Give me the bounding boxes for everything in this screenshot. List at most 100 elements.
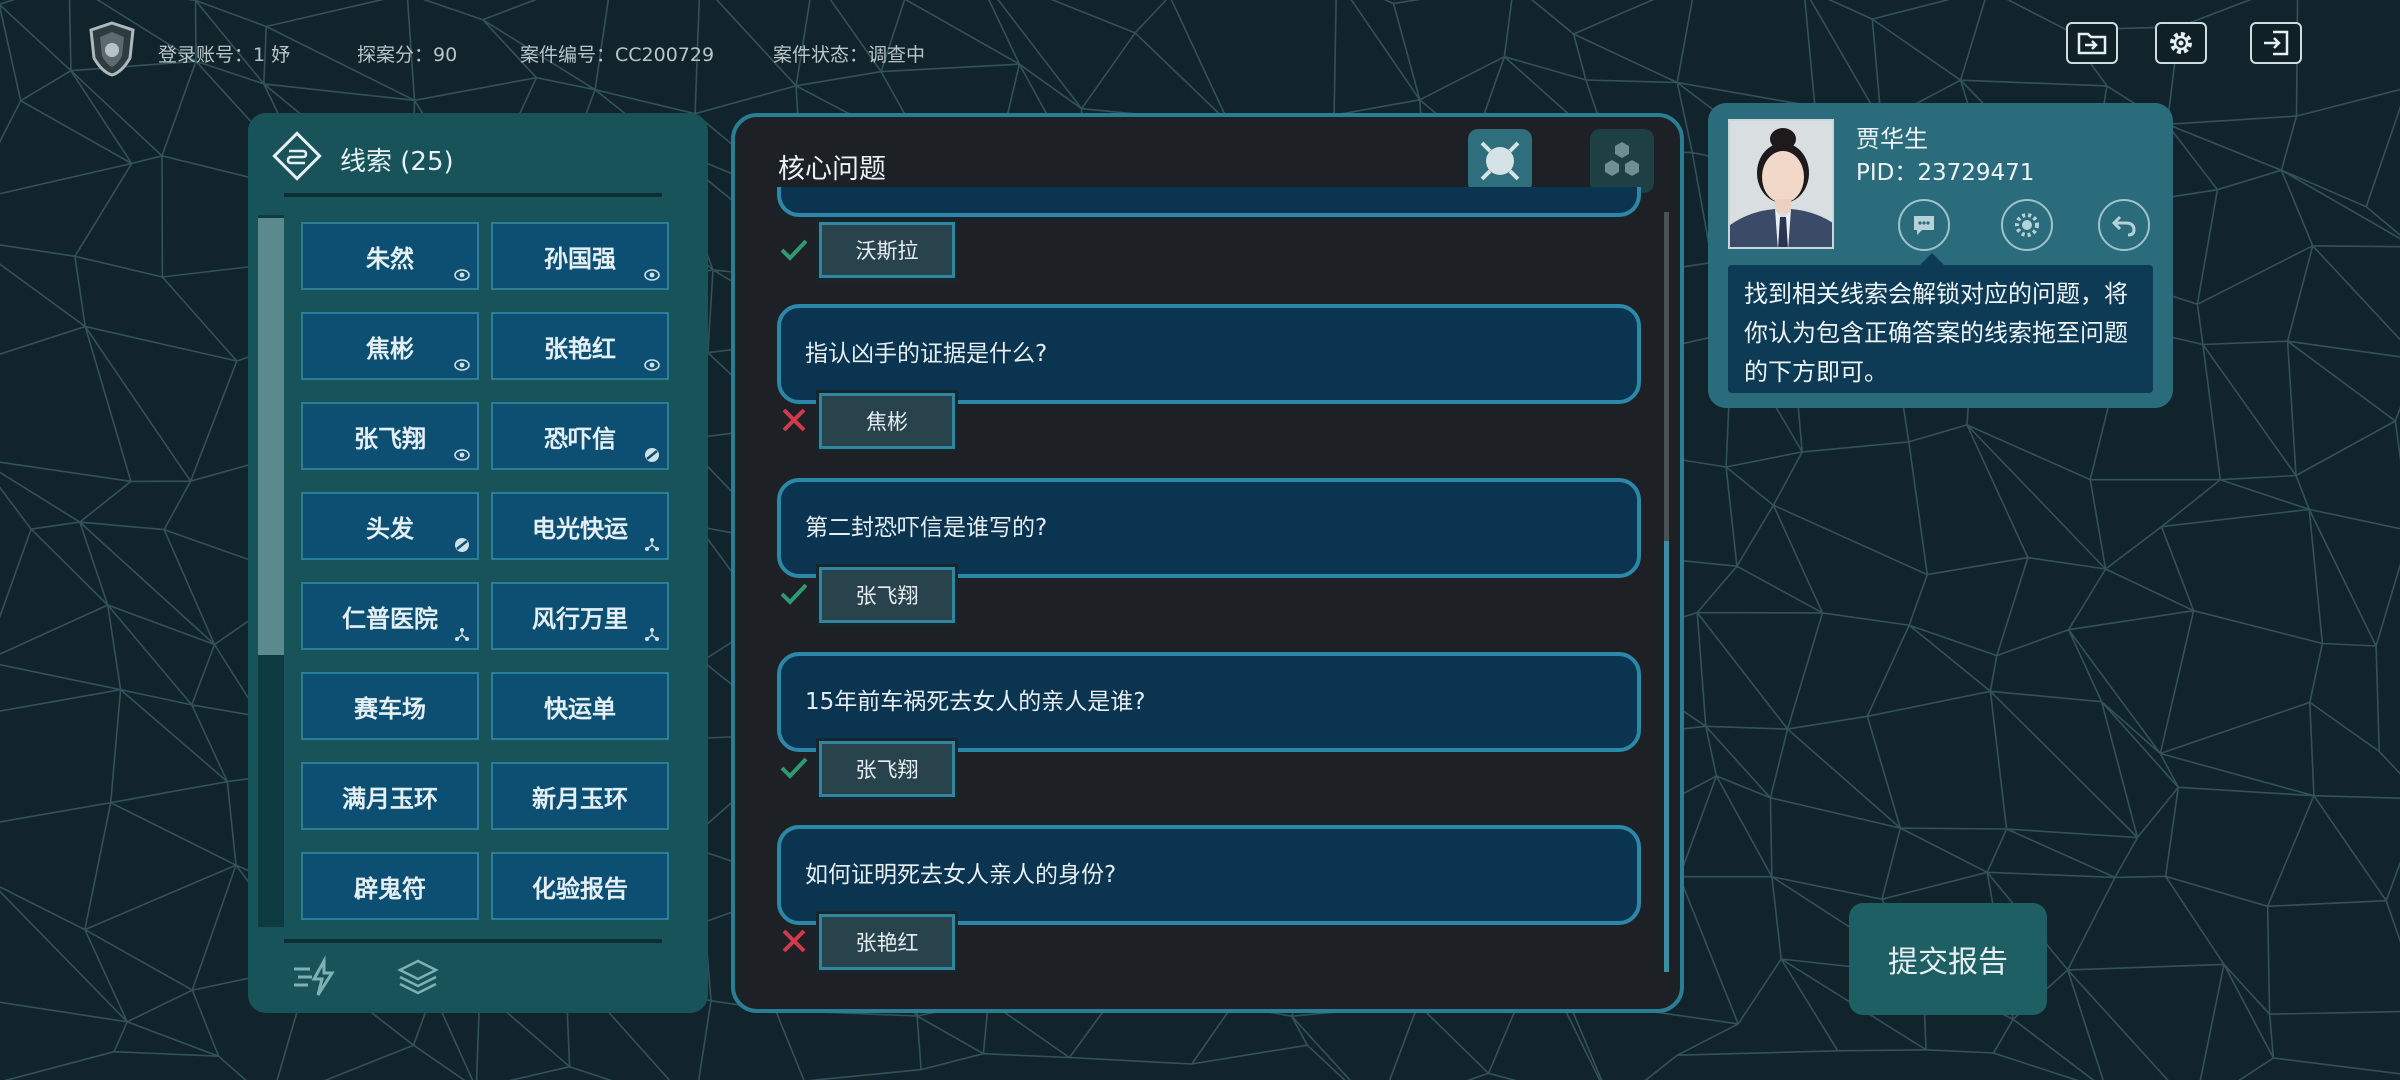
network-icon — [643, 536, 661, 554]
question-text: 如何证明死去女人亲人的身份? — [805, 862, 1117, 888]
clue-item-label: 焦彬 — [366, 334, 414, 363]
clue-scrollbar-thumb[interactable] — [258, 218, 284, 655]
hexagons-icon — [1605, 142, 1639, 176]
exit-button[interactable] — [2250, 22, 2302, 64]
clue-item-label: 满月玉环 — [342, 784, 438, 813]
divider — [284, 193, 662, 197]
clue-diamond-icon — [272, 131, 322, 181]
clue-item-label: 张飞翔 — [354, 424, 426, 453]
case-number-label: 案件编号：CC200729 — [520, 44, 715, 66]
tip-pointer — [1920, 253, 1944, 265]
disc-icon — [643, 446, 661, 464]
cross-icon — [782, 929, 806, 953]
network-icon — [453, 626, 471, 644]
clue-item-label: 仁普医院 — [342, 604, 438, 633]
disc-icon — [453, 536, 471, 554]
account-label: 登录账号：1 妤 — [158, 44, 291, 66]
question-text: 第二封恐吓信是谁写的? — [805, 515, 1048, 541]
back-button[interactable] — [2098, 199, 2150, 251]
chat-button[interactable] — [1898, 199, 1950, 251]
settings-button[interactable] — [2155, 22, 2207, 64]
divider — [284, 939, 662, 943]
skill-button[interactable] — [2001, 199, 2053, 251]
clue-item[interactable]: 化验报告 — [491, 852, 669, 920]
focus-button[interactable] — [1468, 129, 1532, 193]
sort-filter-icon[interactable] — [290, 955, 338, 999]
clue-item-label: 张艳红 — [544, 334, 616, 363]
clue-item-label: 头发 — [366, 514, 414, 543]
answer-tag[interactable]: 张艳红 — [816, 911, 958, 973]
archive-button[interactable] — [2066, 22, 2118, 64]
clue-item[interactable]: 张艳红 — [491, 312, 669, 380]
question-card[interactable]: 指认凶手的证据是什么? — [777, 304, 1641, 404]
clue-item-label: 新月玉环 — [532, 784, 628, 813]
clue-item-label: 风行万里 — [532, 604, 628, 633]
clue-item[interactable]: 快运单 — [491, 672, 669, 740]
gear-icon — [2170, 32, 2192, 54]
clue-item-label: 电光快运 — [532, 514, 628, 543]
clue-item-label: 快运单 — [544, 694, 616, 723]
questions-scrollbar-thumb[interactable] — [1664, 541, 1669, 972]
answer-tag[interactable]: 张飞翔 — [816, 564, 958, 626]
clue-item-label: 化验报告 — [532, 874, 628, 903]
clue-item-label: 赛车场 — [354, 694, 426, 723]
target-icon — [1480, 141, 1520, 181]
eye-icon — [643, 356, 661, 374]
clue-item[interactable]: 孙国强 — [491, 222, 669, 290]
clue-item[interactable]: 张飞翔 — [301, 402, 479, 470]
question-card[interactable]: 第二封恐吓信是谁写的? — [777, 478, 1641, 578]
clue-item[interactable]: 朱然 — [301, 222, 479, 290]
police-badge-logo-icon — [89, 21, 135, 77]
question-card[interactable]: 如何证明死去女人亲人的身份? — [777, 825, 1641, 925]
clue-item[interactable]: 恐吓信 — [491, 402, 669, 470]
clue-item[interactable]: 头发 — [301, 492, 479, 560]
folder-export-icon — [2077, 32, 2107, 55]
case-status-label: 案件状态：调查中 — [773, 44, 926, 66]
chat-bubble-icon — [1914, 216, 1934, 235]
clue-item[interactable]: 满月玉环 — [301, 762, 479, 830]
hexagon-button[interactable] — [1590, 129, 1654, 193]
eye-icon — [643, 266, 661, 284]
badge-gear-icon — [2015, 213, 2039, 237]
cross-icon — [782, 408, 806, 432]
clue-item-label: 辟鬼符 — [354, 874, 426, 903]
clue-item[interactable]: 新月玉环 — [491, 762, 669, 830]
core-questions-panel: 核心问题 沃斯拉 指认凶手的证据是什么? 焦彬第二封恐吓信是谁写的? 张飞翔 15年前… — [731, 113, 1684, 1013]
question-text: 15年前车祸死去女人的亲人是谁? — [805, 689, 1146, 715]
check-icon — [780, 239, 808, 261]
clue-item[interactable]: 赛车场 — [301, 672, 479, 740]
exit-door-icon — [2264, 30, 2289, 56]
check-icon — [780, 757, 808, 779]
character-pid: PID：23729471 — [1856, 160, 2035, 186]
clue-item-label: 孙国强 — [544, 244, 616, 273]
hint-text: 找到相关线索会解锁对应的问题，将你认为包含正确答案的线索拖至问题的下方即可。 — [1728, 265, 2153, 393]
answer-tag[interactable]: 沃斯拉 — [816, 219, 958, 281]
clue-item[interactable]: 电光快运 — [491, 492, 669, 560]
answer-tag[interactable]: 焦彬 — [816, 390, 958, 452]
submit-report-button[interactable]: 提交报告 — [1849, 903, 2047, 1015]
clue-item-label: 朱然 — [366, 244, 414, 273]
score-label: 探案分：90 — [357, 44, 458, 66]
clue-item[interactable]: 风行万里 — [491, 582, 669, 650]
layers-icon[interactable] — [394, 955, 442, 999]
clue-item[interactable]: 仁普医院 — [301, 582, 479, 650]
character-name: 贾华生 — [1856, 125, 1928, 153]
eye-icon — [453, 356, 471, 374]
character-panel: 贾华生 PID：23729471 找到相关线索会解锁对应的问题，将你认为包含正确… — [1708, 103, 2173, 408]
eye-icon — [453, 446, 471, 464]
clue-panel: 线索 (25) 朱然 孙国强焦彬 张艳红张飞翔 恐吓信头发 电光快运仁普医院 风行万里赛车… — [248, 113, 708, 1013]
undo-arrow-icon — [2111, 215, 2136, 237]
clue-title: 线索 (25) — [340, 147, 454, 177]
question-card[interactable]: 15年前车祸死去女人的亲人是谁? — [777, 652, 1641, 752]
check-icon — [780, 583, 808, 605]
clue-item[interactable]: 辟鬼符 — [301, 852, 479, 920]
question-card-partial[interactable] — [777, 187, 1641, 217]
clue-item[interactable]: 焦彬 — [301, 312, 479, 380]
officer-portrait-image — [1730, 121, 1832, 247]
character-portrait — [1728, 119, 1834, 249]
answer-tag[interactable]: 张飞翔 — [816, 738, 958, 800]
questions-title: 核心问题 — [778, 154, 886, 185]
question-text: 指认凶手的证据是什么? — [805, 341, 1048, 367]
network-icon — [643, 626, 661, 644]
clue-item-label: 恐吓信 — [544, 424, 616, 453]
